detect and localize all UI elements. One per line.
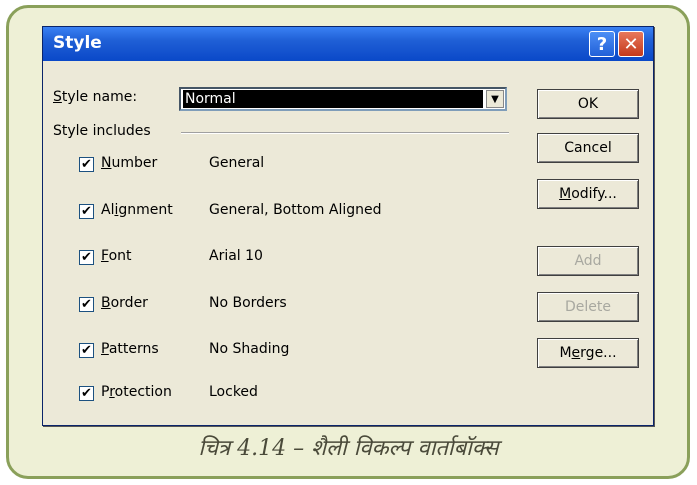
- ok-label: OK: [577, 96, 599, 112]
- number-checkbox[interactable]: ✔: [79, 157, 94, 172]
- close-icon: ✕: [623, 33, 639, 55]
- style-includes-label: Style includes: [53, 123, 151, 139]
- cancel-button[interactable]: Cancel: [537, 133, 639, 163]
- dialog-title: Style: [53, 33, 102, 53]
- help-icon: ?: [596, 33, 608, 55]
- figure-caption: चित्र 4.14 – शैली विकल्प वार्ताबॉक्स: [198, 436, 499, 461]
- ok-button[interactable]: OK: [537, 89, 639, 119]
- number-value: General: [209, 155, 265, 171]
- delete-label: Delete: [565, 299, 611, 315]
- modify-label: Modify...: [559, 186, 617, 202]
- font-value: Arial 10: [209, 248, 263, 264]
- border-label[interactable]: Border: [101, 295, 148, 311]
- font-checkbox[interactable]: ✔: [79, 250, 94, 265]
- dropdown-button[interactable]: ▼: [486, 90, 504, 108]
- alignment-checkbox[interactable]: ✔: [79, 204, 94, 219]
- style-dialog: Style ? ✕ Style name: Normal ▼ Style inc…: [42, 26, 654, 426]
- font-label[interactable]: Font: [101, 248, 132, 264]
- title-bar[interactable]: Style ? ✕: [43, 27, 653, 61]
- cancel-label: Cancel: [564, 140, 612, 156]
- group-divider: [181, 132, 509, 134]
- patterns-checkbox[interactable]: ✔: [79, 343, 94, 358]
- add-button[interactable]: Add: [537, 246, 639, 276]
- alignment-label[interactable]: Alignment: [101, 202, 173, 218]
- protection-label[interactable]: Protection: [101, 384, 172, 400]
- alignment-value: General, Bottom Aligned: [209, 202, 382, 218]
- add-label: Add: [574, 253, 602, 269]
- protection-checkbox[interactable]: ✔: [79, 386, 94, 401]
- merge-button[interactable]: Merge...: [537, 338, 639, 368]
- delete-button[interactable]: Delete: [537, 292, 639, 322]
- style-name-value[interactable]: Normal: [183, 90, 483, 108]
- style-name-mnemonic: S: [53, 89, 62, 105]
- patterns-value: No Shading: [209, 341, 290, 357]
- number-label[interactable]: Number: [101, 155, 157, 171]
- style-name-label-rest: tyle name:: [61, 89, 138, 105]
- modify-button[interactable]: Modify...: [537, 179, 639, 209]
- help-button[interactable]: ?: [589, 31, 615, 57]
- patterns-label[interactable]: Patterns: [101, 341, 159, 357]
- style-name-label: Style name:: [53, 89, 137, 105]
- protection-value: Locked: [209, 384, 258, 400]
- border-checkbox[interactable]: ✔: [79, 297, 94, 312]
- style-name-combobox[interactable]: Normal ▼: [179, 87, 507, 111]
- close-button[interactable]: ✕: [618, 31, 644, 57]
- merge-label: Merge...: [559, 345, 617, 361]
- border-value: No Borders: [209, 295, 287, 311]
- chevron-down-icon: ▼: [491, 93, 499, 105]
